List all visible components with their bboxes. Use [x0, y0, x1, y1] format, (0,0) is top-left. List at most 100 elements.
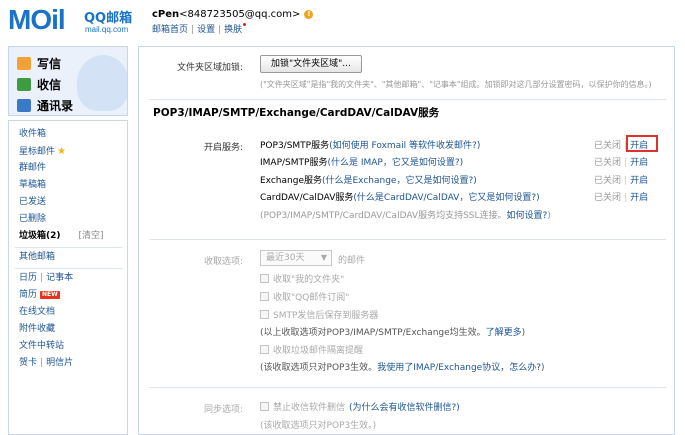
sidebar-item-spam[interactable]: 垃圾箱(2) [清空] [19, 230, 104, 243]
empty-spam-link[interactable]: [清空] [79, 231, 104, 241]
inbox-icon [17, 78, 31, 91]
sidebar-item-label: 星标邮件 [19, 147, 56, 157]
quick-actions: 写信 收信 通讯录 [8, 46, 128, 116]
sidebar-item-notes[interactable]: 记事本 [46, 273, 73, 283]
sidebar-item-label: 在线文档 [19, 307, 56, 317]
sidebar-item-drafts[interactable]: 草稿箱 [19, 179, 46, 192]
sync-note: (该收取选项只对POP3生效。) [260, 421, 377, 431]
checkbox[interactable] [260, 345, 269, 354]
status-exchange: 已关闭 | 开启 [594, 173, 648, 186]
option-label: 收取"QQ邮件订阅" [273, 293, 350, 303]
status-closed: 已关闭 [594, 141, 622, 151]
sidebar-item-inbox[interactable]: 收件箱 [19, 128, 46, 141]
sidebar-item-attachments[interactable]: 附件收藏 [19, 323, 55, 336]
sidebar-item-resume[interactable]: 简历 NEW [19, 289, 60, 302]
checkbox[interactable] [260, 310, 269, 319]
write-mail-label: 写信 [37, 57, 62, 71]
divider [15, 247, 123, 248]
receive-range-select[interactable]: 最近30天 ▼ [260, 250, 332, 266]
sidebar-item-label: 已发送 [19, 197, 47, 207]
folder-lock-note: ("文件夹区域"是指"我的文件夹"、"其他邮箱"、"记事本"组成。加锁即对这几部… [260, 80, 652, 89]
sidebar-item-label: 垃圾箱(2) [19, 231, 61, 241]
warning-icon[interactable]: ! [304, 10, 314, 19]
sidebar-item-online-docs[interactable]: 在线文档 [19, 306, 55, 319]
sidebar-item-deleted[interactable]: 已删除 [19, 213, 46, 226]
sidebar-item-label: 已删除 [19, 214, 47, 224]
qq-penguin-watermark-icon [77, 55, 127, 111]
sidebar-item-group-mail[interactable]: 群邮件 [19, 162, 46, 175]
separator: | [40, 358, 44, 368]
service-help-link[interactable]: (如何使用 Foxmail 等软件收发邮件?) [329, 141, 480, 151]
service-name: IMAP/SMTP服务 [260, 158, 328, 168]
link-separator: | [191, 25, 195, 35]
sidebar-item-postcard[interactable]: 明信片 [46, 358, 73, 368]
sidebar-item-label: 文件中转站 [19, 341, 65, 351]
sidebar-item-calendar[interactable]: 日历 | 记事本 [19, 272, 73, 285]
sidebar-item-label: 其他邮箱 [19, 252, 56, 262]
section-title: POP3/IMAP/SMTP/Exchange/CardDAV/CalDAV服务 [153, 107, 440, 119]
sidebar-item-sent[interactable]: 已发送 [19, 196, 46, 209]
divider [15, 268, 123, 269]
enable-imap-button[interactable]: 开启 [630, 158, 648, 168]
qq-mail-logo[interactable]: MOil QQ邮箱 mail.qq.com [8, 4, 138, 38]
receive-mail-button[interactable]: 收信 [17, 76, 61, 92]
option-forbid-delete[interactable]: 禁止收信软件删信 (为什么会有收信软件删信?) [260, 400, 460, 413]
sidebar: 写信 收信 通讯录 收件箱 星标邮件 ★ 群邮件 草稿箱 已发送 已删除 垃圾箱(… [8, 46, 128, 435]
logo-mail-text: MOil [8, 4, 66, 35]
header-links: 邮箱首页 | 设置 | 换肤 [152, 22, 247, 35]
service-row-carddav: CardDAV/CalDAV服务(什么是CardDAV/CalDAV，它又是如何… [260, 190, 540, 203]
sidebar-item-label: 草稿箱 [19, 180, 47, 190]
sidebar-item-file-transfer[interactable]: 文件中转站 [19, 340, 64, 353]
enable-exchange-button[interactable]: 开启 [630, 176, 648, 186]
option-smtp-save[interactable]: SMTP发信后保存到服务器 [260, 308, 378, 321]
receive-mail-label: 收信 [37, 78, 62, 92]
status-carddav: 已关闭 | 开启 [594, 190, 648, 203]
change-skin-link[interactable]: 换肤 [224, 25, 242, 35]
new-dot-icon [243, 23, 247, 26]
note-end: ) [540, 363, 545, 373]
checkbox[interactable] [260, 402, 269, 411]
receive-note-2: (该收取选项只对POP3生效。我使用了IMAP/Exchange协议，怎么办?) [260, 360, 545, 373]
folder-nav: 收件箱 星标邮件 ★ 群邮件 草稿箱 已发送 已删除 垃圾箱(2) [清空] 其他邮… [8, 120, 128, 435]
why-delete-link[interactable]: (为什么会有收信软件删信?) [349, 403, 460, 413]
option-my-folders[interactable]: 收取"我的文件夹" [260, 272, 344, 285]
pencil-icon [17, 57, 31, 70]
receive-note-1: (以上收取选项对POP3/IMAP/SMTP/Exchange均生效。了解更多) [260, 325, 525, 338]
service-row-imap: IMAP/SMTP服务(什么是 IMAP，它又是如何设置?) [260, 155, 463, 168]
ssl-note: (POP3/IMAP/SMTP/CardDAV/CalDAV服务均支持SSL连接… [260, 208, 551, 221]
service-help-link[interactable]: (什么是CardDAV/CalDAV，它又是如何设置?) [353, 193, 539, 203]
settings-panel: 文件夹区域加锁: 加锁"文件夹区域"... ("文件夹区域"是指"我的文件夹"、… [138, 46, 675, 435]
service-help-link[interactable]: (什么是 IMAP，它又是如何设置?) [327, 158, 463, 168]
ssl-howto-link[interactable]: 如何设置? [507, 211, 548, 221]
sidebar-item-cards[interactable]: 贺卡 | 明信片 [19, 357, 73, 370]
mailbox-home-link[interactable]: 邮箱首页 [152, 25, 188, 35]
lock-folder-button[interactable]: 加锁"文件夹区域"... [260, 55, 362, 73]
service-help-link[interactable]: (什么是Exchange，它又是如何设置?) [322, 176, 477, 186]
sidebar-item-other-mailbox[interactable]: 其他邮箱 [19, 251, 55, 264]
option-label: 禁止收信软件删信 [273, 403, 346, 413]
chevron-down-icon: ▼ [320, 253, 327, 262]
divider [149, 239, 666, 240]
sidebar-item-label: 收件箱 [19, 129, 47, 139]
option-qq-subscription[interactable]: 收取"QQ邮件订阅" [260, 290, 349, 303]
write-mail-button[interactable]: 写信 [17, 55, 61, 71]
option-spam-reminder[interactable]: 收取垃圾邮件隔离提醒 [260, 343, 363, 356]
checkbox[interactable] [260, 274, 269, 283]
settings-link[interactable]: 设置 [197, 25, 215, 35]
sidebar-item-label: 群邮件 [19, 163, 47, 173]
receive-range-value: 最近30天 [266, 253, 305, 263]
divider [149, 387, 666, 388]
status-imap: 已关闭 | 开启 [594, 155, 648, 168]
imap-exchange-help-link[interactable]: 我使用了IMAP/Exchange协议，怎么办? [377, 363, 541, 373]
learn-more-link[interactable]: 了解更多 [486, 328, 522, 338]
service-name: POP3/SMTP服务 [260, 141, 330, 151]
option-label: SMTP发信后保存到服务器 [273, 311, 379, 321]
checkbox[interactable] [260, 292, 269, 301]
enable-carddav-button[interactable]: 开启 [630, 193, 648, 203]
logo-qq-mail-text: QQ邮箱 [84, 11, 133, 26]
sidebar-item-starred[interactable]: 星标邮件 ★ [19, 145, 66, 158]
star-icon: ★ [57, 146, 66, 157]
status-closed: 已关闭 [594, 193, 622, 203]
contacts-button[interactable]: 通讯录 [17, 97, 73, 113]
contacts-icon [17, 99, 31, 112]
